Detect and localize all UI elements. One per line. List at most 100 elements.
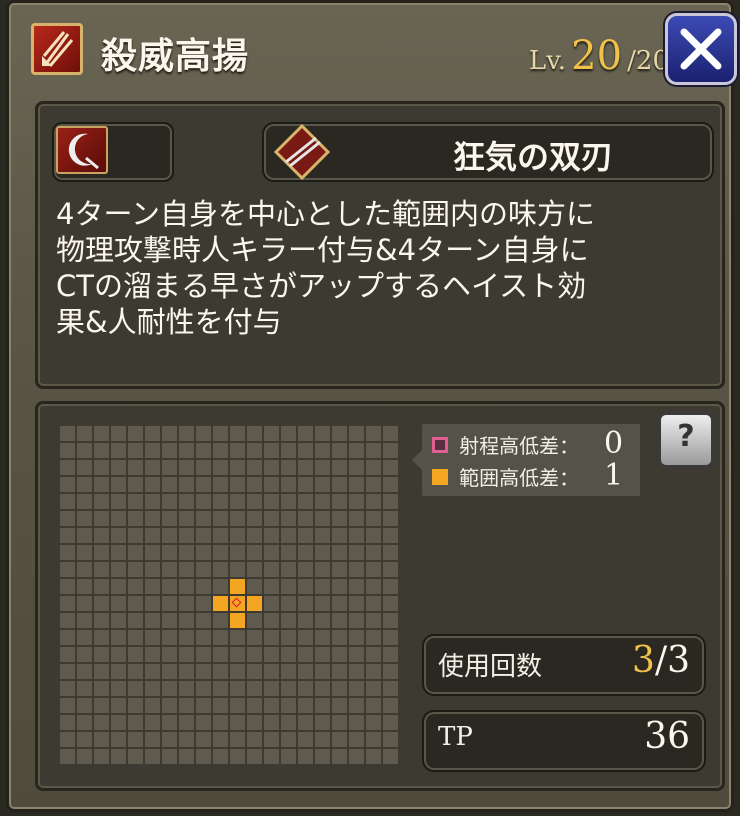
grid-cell	[230, 732, 245, 747]
grid-cell	[281, 698, 296, 713]
grid-cell	[111, 443, 126, 458]
grid-cell	[298, 511, 313, 526]
grid-cell	[247, 511, 262, 526]
grid-cell	[315, 579, 330, 594]
grid-cell	[366, 613, 381, 628]
skill-detail-window: 殺威高揚 Lv. 20 /20 狂気の双刃 4ターン自身を中心とした範囲内の味方…	[6, 0, 737, 812]
grid-cell	[264, 426, 279, 441]
grid-cell	[179, 460, 194, 475]
grid-cell	[162, 426, 177, 441]
level-label: Lv.	[528, 46, 567, 76]
grid-cell	[230, 545, 245, 560]
grid-cell	[60, 460, 75, 475]
grid-cell	[383, 715, 398, 730]
grid-cell	[315, 698, 330, 713]
grid-cell	[128, 528, 143, 543]
grid-cell	[145, 596, 160, 611]
grid-cell	[281, 749, 296, 764]
grid-cell	[315, 494, 330, 509]
grid-cell	[213, 494, 228, 509]
grid-cell	[383, 545, 398, 560]
grid-cell	[383, 596, 398, 611]
grid-cell	[366, 630, 381, 645]
grid-cell	[196, 596, 211, 611]
grid-cell	[196, 579, 211, 594]
grid-cell	[162, 579, 177, 594]
equipment-slot[interactable]: 狂気の双刃	[262, 122, 714, 182]
grid-cell	[179, 528, 194, 543]
grid-cell	[179, 749, 194, 764]
grid-cell	[383, 494, 398, 509]
grid-cell	[230, 749, 245, 764]
grid-cell	[196, 494, 211, 509]
grid-cell	[111, 511, 126, 526]
grid-cell	[94, 715, 109, 730]
grid-cell	[111, 749, 126, 764]
grid-cell	[366, 698, 381, 713]
grid-cell	[366, 562, 381, 577]
grid-cell	[298, 715, 313, 730]
grid-cell	[128, 664, 143, 679]
legend-area-height: 範囲高低差： 1	[432, 458, 623, 493]
grid-cell	[383, 647, 398, 662]
grid-cell	[230, 528, 245, 543]
grid-cell-area	[213, 596, 228, 611]
grid-cell	[332, 426, 347, 441]
grid-cell	[349, 749, 364, 764]
grid-cell	[94, 647, 109, 662]
grid-cell	[196, 630, 211, 645]
grid-cell	[298, 664, 313, 679]
grid-cell	[264, 715, 279, 730]
grid-cell	[213, 443, 228, 458]
grid-cell	[128, 613, 143, 628]
grid-cell	[230, 426, 245, 441]
grid-cell	[179, 545, 194, 560]
grid-cell	[264, 749, 279, 764]
grid-cell	[349, 562, 364, 577]
grid-cell	[230, 664, 245, 679]
grid-cell	[162, 477, 177, 492]
range-swatch-icon	[432, 436, 448, 453]
grid-cell	[264, 528, 279, 543]
grid-cell	[77, 545, 92, 560]
grid-cell	[281, 596, 296, 611]
grid-cell	[366, 681, 381, 696]
grid-cell	[60, 477, 75, 492]
help-button[interactable]: ?	[658, 412, 714, 468]
grid-cell	[162, 460, 177, 475]
grid-cell	[230, 443, 245, 458]
grid-cell-area	[230, 613, 245, 628]
grid-cell	[162, 494, 177, 509]
grid-cell	[179, 698, 194, 713]
grid-cell	[315, 647, 330, 662]
grid-cell	[315, 511, 330, 526]
grid-cell	[332, 613, 347, 628]
grid-cell	[298, 596, 313, 611]
grid-cell	[77, 647, 92, 662]
grid-cell	[162, 613, 177, 628]
grid-cell	[298, 528, 313, 543]
grid-cell	[94, 579, 109, 594]
grid-cell	[281, 477, 296, 492]
grid-cell	[349, 664, 364, 679]
grid-cell	[128, 477, 143, 492]
grid-cell	[213, 681, 228, 696]
grid-cell	[349, 715, 364, 730]
close-button[interactable]	[665, 13, 737, 85]
grid-cell	[60, 647, 75, 662]
grid-cell	[264, 613, 279, 628]
grid-cell	[332, 494, 347, 509]
grid-cell	[179, 647, 194, 662]
grid-cell	[145, 494, 160, 509]
grid-cell	[77, 630, 92, 645]
grid-cell	[94, 545, 109, 560]
crescent-slash-icon	[56, 126, 108, 174]
grid-cell	[298, 681, 313, 696]
grid-cell	[366, 494, 381, 509]
grid-cell	[298, 545, 313, 560]
height-legend: 射程高低差： 0 範囲高低差： 1	[412, 424, 640, 496]
grid-cell	[128, 749, 143, 764]
grid-cell	[281, 511, 296, 526]
grid-cell	[145, 664, 160, 679]
grid-cell	[111, 528, 126, 543]
